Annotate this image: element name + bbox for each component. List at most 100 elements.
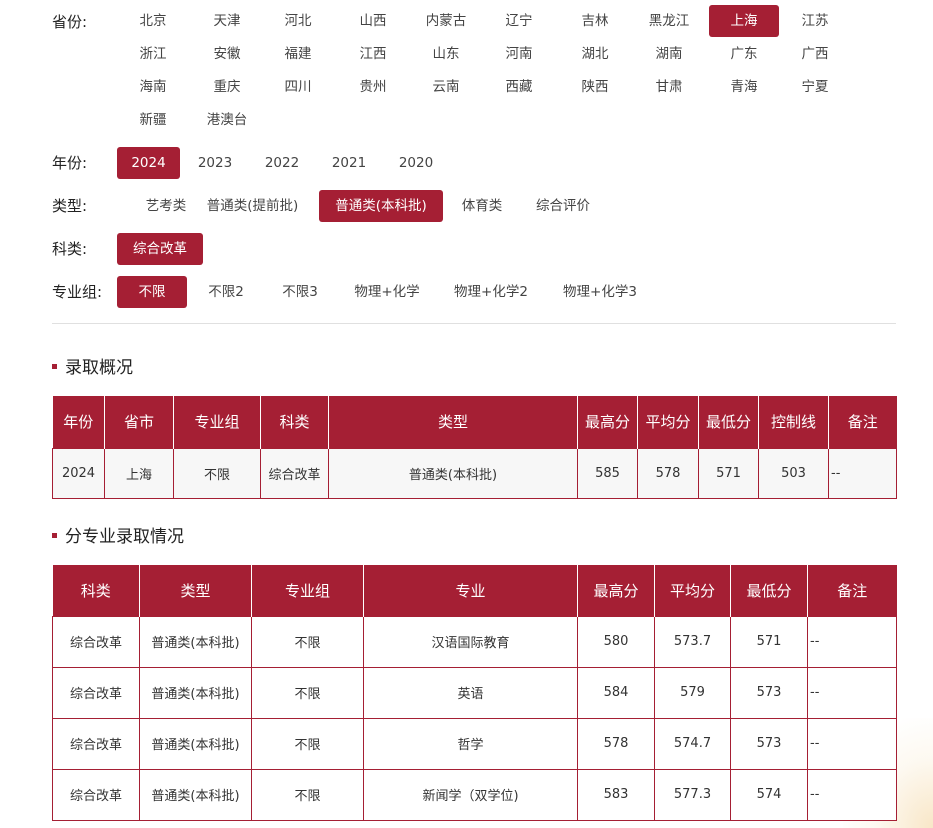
table-cell: --: [807, 768, 897, 821]
year-option[interactable]: 2023: [184, 147, 246, 179]
table-row: 2024 上海 不限 综合改革 普通类(本科批) 585 578 571 503 --: [52, 447, 897, 499]
type-option[interactable]: 普通类(本科批): [319, 190, 443, 222]
province-option[interactable]: 浙江: [118, 38, 188, 70]
table-cell: 573.7: [654, 615, 731, 668]
province-option[interactable]: 湖北: [560, 38, 630, 70]
group-option[interactable]: 物理+化学3: [549, 276, 651, 308]
year-label: 年份:: [52, 154, 88, 172]
table-cell: 574: [730, 768, 808, 821]
province-option[interactable]: 辽宁: [484, 5, 554, 37]
group-label: 专业组:: [52, 283, 103, 301]
table-cell: 2024: [52, 447, 105, 499]
province-option[interactable]: 河北: [263, 5, 333, 37]
column-header: 专业组: [251, 565, 364, 616]
table-cell: 综合改革: [260, 447, 329, 499]
column-header: 备注: [828, 396, 897, 448]
year-option[interactable]: 2021: [318, 147, 380, 179]
table-cell: 新闻学（双学位): [363, 768, 578, 821]
table-row: 综合改革 普通类(本科批) 不限 哲学 578 574.7 573 --: [52, 717, 897, 770]
table-cell: --: [807, 615, 897, 668]
section-bullet-icon: [52, 532, 57, 538]
subject-label: 科类:: [52, 240, 88, 258]
column-header: 备注: [807, 565, 897, 616]
table-cell: 583: [577, 768, 655, 821]
province-option[interactable]: 港澳台: [192, 104, 262, 136]
province-option[interactable]: 重庆: [192, 71, 262, 103]
table-cell: --: [807, 717, 897, 770]
province-option[interactable]: 新疆: [118, 104, 188, 136]
column-header: 最低分: [698, 396, 759, 448]
table-cell: 573: [730, 666, 808, 719]
type-label: 类型:: [52, 197, 88, 215]
table-cell: 579: [654, 666, 731, 719]
overview-section-title: 录取概况: [52, 356, 133, 380]
table-cell: 578: [637, 447, 699, 499]
province-option[interactable]: 贵州: [338, 71, 408, 103]
province-option[interactable]: 上海: [709, 5, 779, 37]
province-option[interactable]: 北京: [118, 5, 188, 37]
province-option[interactable]: 江西: [338, 38, 408, 70]
province-option[interactable]: 天津: [192, 5, 262, 37]
overview-title-text: 录取概况: [65, 358, 133, 378]
subject-option[interactable]: 综合改革: [117, 233, 203, 265]
province-option[interactable]: 黑龙江: [634, 5, 704, 37]
province-option[interactable]: 山西: [338, 5, 408, 37]
province-option[interactable]: 江苏: [780, 5, 850, 37]
year-option[interactable]: 2020: [385, 147, 447, 179]
column-header: 类型: [139, 565, 252, 616]
table-cell: 578: [577, 717, 655, 770]
section-bullet-icon: [52, 363, 57, 369]
province-option[interactable]: 宁夏: [780, 71, 850, 103]
province-option[interactable]: 山东: [411, 38, 481, 70]
year-option[interactable]: 2022: [251, 147, 313, 179]
table-cell: --: [828, 447, 897, 499]
column-header: 科类: [260, 396, 329, 448]
province-option[interactable]: 云南: [411, 71, 481, 103]
filter-divider: [52, 323, 896, 324]
table-row: 综合改革 普通类(本科批) 不限 汉语国际教育 580 573.7 571 --: [52, 615, 897, 668]
province-option[interactable]: 湖南: [634, 38, 704, 70]
table-cell: 503: [758, 447, 829, 499]
column-header: 年份: [52, 396, 105, 448]
table-cell: 不限: [251, 768, 364, 821]
province-option[interactable]: 陕西: [560, 71, 630, 103]
type-option[interactable]: 普通类(提前批): [192, 190, 313, 222]
table-cell: 普通类(本科批): [139, 768, 252, 821]
group-option[interactable]: 不限2: [193, 276, 259, 308]
province-option[interactable]: 福建: [263, 38, 333, 70]
table-cell: 综合改革: [52, 666, 140, 719]
column-header: 最低分: [730, 565, 808, 616]
column-header: 专业组: [173, 396, 261, 448]
province-option[interactable]: 西藏: [484, 71, 554, 103]
province-option[interactable]: 广西: [780, 38, 850, 70]
table-cell: 不限: [251, 717, 364, 770]
province-option[interactable]: 广东: [709, 38, 779, 70]
province-option[interactable]: 河南: [484, 38, 554, 70]
table-cell: 综合改革: [52, 717, 140, 770]
province-option[interactable]: 安徽: [192, 38, 262, 70]
group-option[interactable]: 不限3: [266, 276, 334, 308]
province-option[interactable]: 内蒙古: [411, 5, 481, 37]
table-cell: 普通类(本科批): [139, 666, 252, 719]
type-option[interactable]: 体育类: [449, 190, 515, 222]
province-option[interactable]: 青海: [709, 71, 779, 103]
overview-table: 年份 省市 专业组 科类 类型 最高分 平均分 最低分 控制线 备注 2024 上海 不限 综合改革 普通…: [52, 396, 897, 499]
year-option[interactable]: 2024: [117, 147, 180, 179]
column-header: 省市: [104, 396, 174, 448]
column-header: 最高分: [577, 565, 655, 616]
majors-section-title: 分专业录取情况: [52, 525, 184, 549]
table-cell: 普通类(本科批): [139, 717, 252, 770]
column-header: 控制线: [758, 396, 829, 448]
province-option[interactable]: 四川: [263, 71, 333, 103]
province-option[interactable]: 甘肃: [634, 71, 704, 103]
column-header: 类型: [328, 396, 578, 448]
province-option[interactable]: 海南: [118, 71, 188, 103]
group-option[interactable]: 物理+化学: [340, 276, 434, 308]
group-option[interactable]: 物理+化学2: [441, 276, 541, 308]
type-option[interactable]: 综合评价: [522, 190, 604, 222]
group-option[interactable]: 不限: [117, 276, 187, 308]
table-cell: 普通类(本科批): [328, 447, 578, 499]
table-row: 综合改革 普通类(本科批) 不限 英语 584 579 573 --: [52, 666, 897, 719]
province-option[interactable]: 吉林: [560, 5, 630, 37]
majors-title-text: 分专业录取情况: [65, 527, 184, 547]
